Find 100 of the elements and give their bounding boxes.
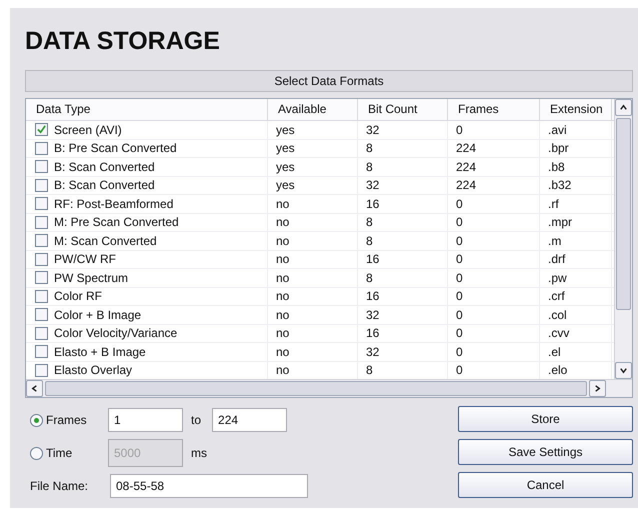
table-cell: 0: [456, 344, 463, 359]
table-cell: Elasto + B Image: [54, 344, 146, 359]
table-cell: no: [276, 234, 290, 248]
table-cell: 0: [456, 234, 463, 248]
table-cell: .avi: [548, 122, 567, 137]
table-cell: .b8: [548, 160, 565, 174]
column-header[interactable]: Extension: [540, 99, 612, 120]
table-cell: .mpr: [548, 215, 572, 230]
table-cell: 0: [456, 363, 463, 378]
table-cell: .pw: [548, 270, 567, 285]
unit-label: ms: [190, 446, 208, 460]
table-cell: B: Scan Converted: [54, 178, 155, 192]
table-cell: .el: [548, 344, 561, 359]
checkbox[interactable]: [35, 234, 48, 248]
table-cell: .rf: [548, 196, 559, 211]
table-cell: no: [276, 363, 290, 378]
checkbox[interactable]: [35, 345, 48, 358]
table-cell: Color RF: [54, 289, 102, 304]
field-label: to: [190, 413, 202, 427]
horizontal-scrollbar[interactable]: [26, 379, 632, 397]
table-cell: B: Pre Scan Converted: [54, 141, 177, 156]
table-cell: 16: [366, 326, 380, 340]
checkbox[interactable]: [35, 216, 48, 229]
table-cell: no: [276, 196, 290, 211]
save-settings-button[interactable]: Save Settings: [458, 439, 633, 465]
table-cell: 0: [456, 270, 463, 285]
table-cell: yes: [276, 141, 295, 156]
table-cell: 0: [456, 196, 463, 211]
table-cell: 0: [456, 308, 463, 322]
table-cell: M: Scan Converted: [54, 234, 157, 248]
table-cell: 32: [366, 178, 380, 192]
table-cell: 8: [366, 270, 373, 285]
column-header[interactable]: Data Type: [26, 99, 268, 120]
table-cell: Screen (AVI): [54, 122, 122, 137]
table-cell: .bpr: [548, 141, 569, 156]
section-header: Select Data Formats: [25, 70, 633, 92]
checkbox[interactable]: [35, 178, 48, 192]
table-cell: 8: [366, 234, 373, 248]
table-cell: no: [276, 289, 290, 304]
checkbox[interactable]: [35, 326, 48, 340]
table-cell: 32: [366, 122, 380, 137]
table-cell: 16: [366, 252, 380, 266]
checkbox[interactable]: [35, 364, 48, 377]
checkbox[interactable]: [35, 142, 48, 155]
table-cell: 0: [456, 252, 463, 266]
checkbox[interactable]: [35, 197, 48, 210]
radio-label: Frames: [45, 413, 88, 427]
checkbox[interactable]: [35, 123, 48, 136]
page-title: DATA STORAGE: [25, 26, 221, 50]
table-cell: .elo: [548, 363, 568, 378]
input-field[interactable]: 224: [212, 408, 288, 432]
table-cell: 0: [456, 122, 463, 137]
checkbox[interactable]: [35, 290, 48, 303]
table-cell: no: [276, 252, 290, 266]
checkbox[interactable]: [35, 252, 48, 266]
column-header[interactable]: Frames: [448, 99, 540, 120]
table-cell: 224: [456, 178, 476, 192]
table-cell: no: [276, 215, 290, 230]
table-cell: Color Velocity/Variance: [54, 326, 178, 340]
table-cell: 8: [366, 160, 373, 174]
table-cell: M: Pre Scan Converted: [54, 215, 179, 230]
checkbox[interactable]: [35, 271, 48, 284]
input-field[interactable]: 1: [108, 408, 183, 432]
column-header[interactable]: Available: [268, 99, 358, 120]
cancel-button[interactable]: Cancel: [458, 472, 633, 498]
table-cell: no: [276, 326, 290, 340]
table-cell: 224: [456, 160, 476, 174]
table-cell: .crf: [548, 289, 565, 304]
store-button[interactable]: Store: [458, 406, 633, 432]
table-cell: 32: [366, 344, 380, 359]
table-cell: B: Scan Converted: [54, 160, 155, 174]
table-cell: 8: [366, 363, 373, 378]
table-cell: 16: [366, 289, 380, 304]
checkbox[interactable]: [35, 308, 48, 322]
checkbox[interactable]: [35, 160, 48, 174]
table-cell: PW/CW RF: [54, 252, 116, 266]
table-cell: PW Spectrum: [54, 270, 128, 285]
column-header[interactable]: Bit Count: [358, 99, 448, 120]
table-cell: Elasto Overlay: [54, 363, 132, 378]
table-cell: 32: [366, 308, 380, 322]
table-cell: 224: [456, 141, 476, 156]
table-cell: .m: [548, 234, 562, 248]
radio-button[interactable]: [30, 414, 43, 426]
table-cell: no: [276, 344, 290, 359]
table-cell: .b32: [548, 178, 572, 192]
table-cell: .cvv: [548, 326, 570, 340]
table-cell: no: [276, 270, 290, 285]
table-cell: yes: [276, 178, 295, 192]
table-cell: 0: [456, 326, 463, 340]
table-cell: 8: [366, 215, 373, 230]
file-name-field[interactable]: 08-55-58: [110, 474, 308, 498]
radio-label: Time: [45, 446, 74, 460]
table-cell: .col: [548, 308, 567, 322]
table-cell: Color + B Image: [54, 308, 142, 322]
vertical-scrollbar[interactable]: [614, 99, 632, 379]
table-cell: no: [276, 308, 290, 322]
table-cell: 8: [366, 141, 373, 156]
table-cell: yes: [276, 160, 295, 174]
table-cell: yes: [276, 122, 295, 137]
table-cell: 0: [456, 289, 463, 304]
